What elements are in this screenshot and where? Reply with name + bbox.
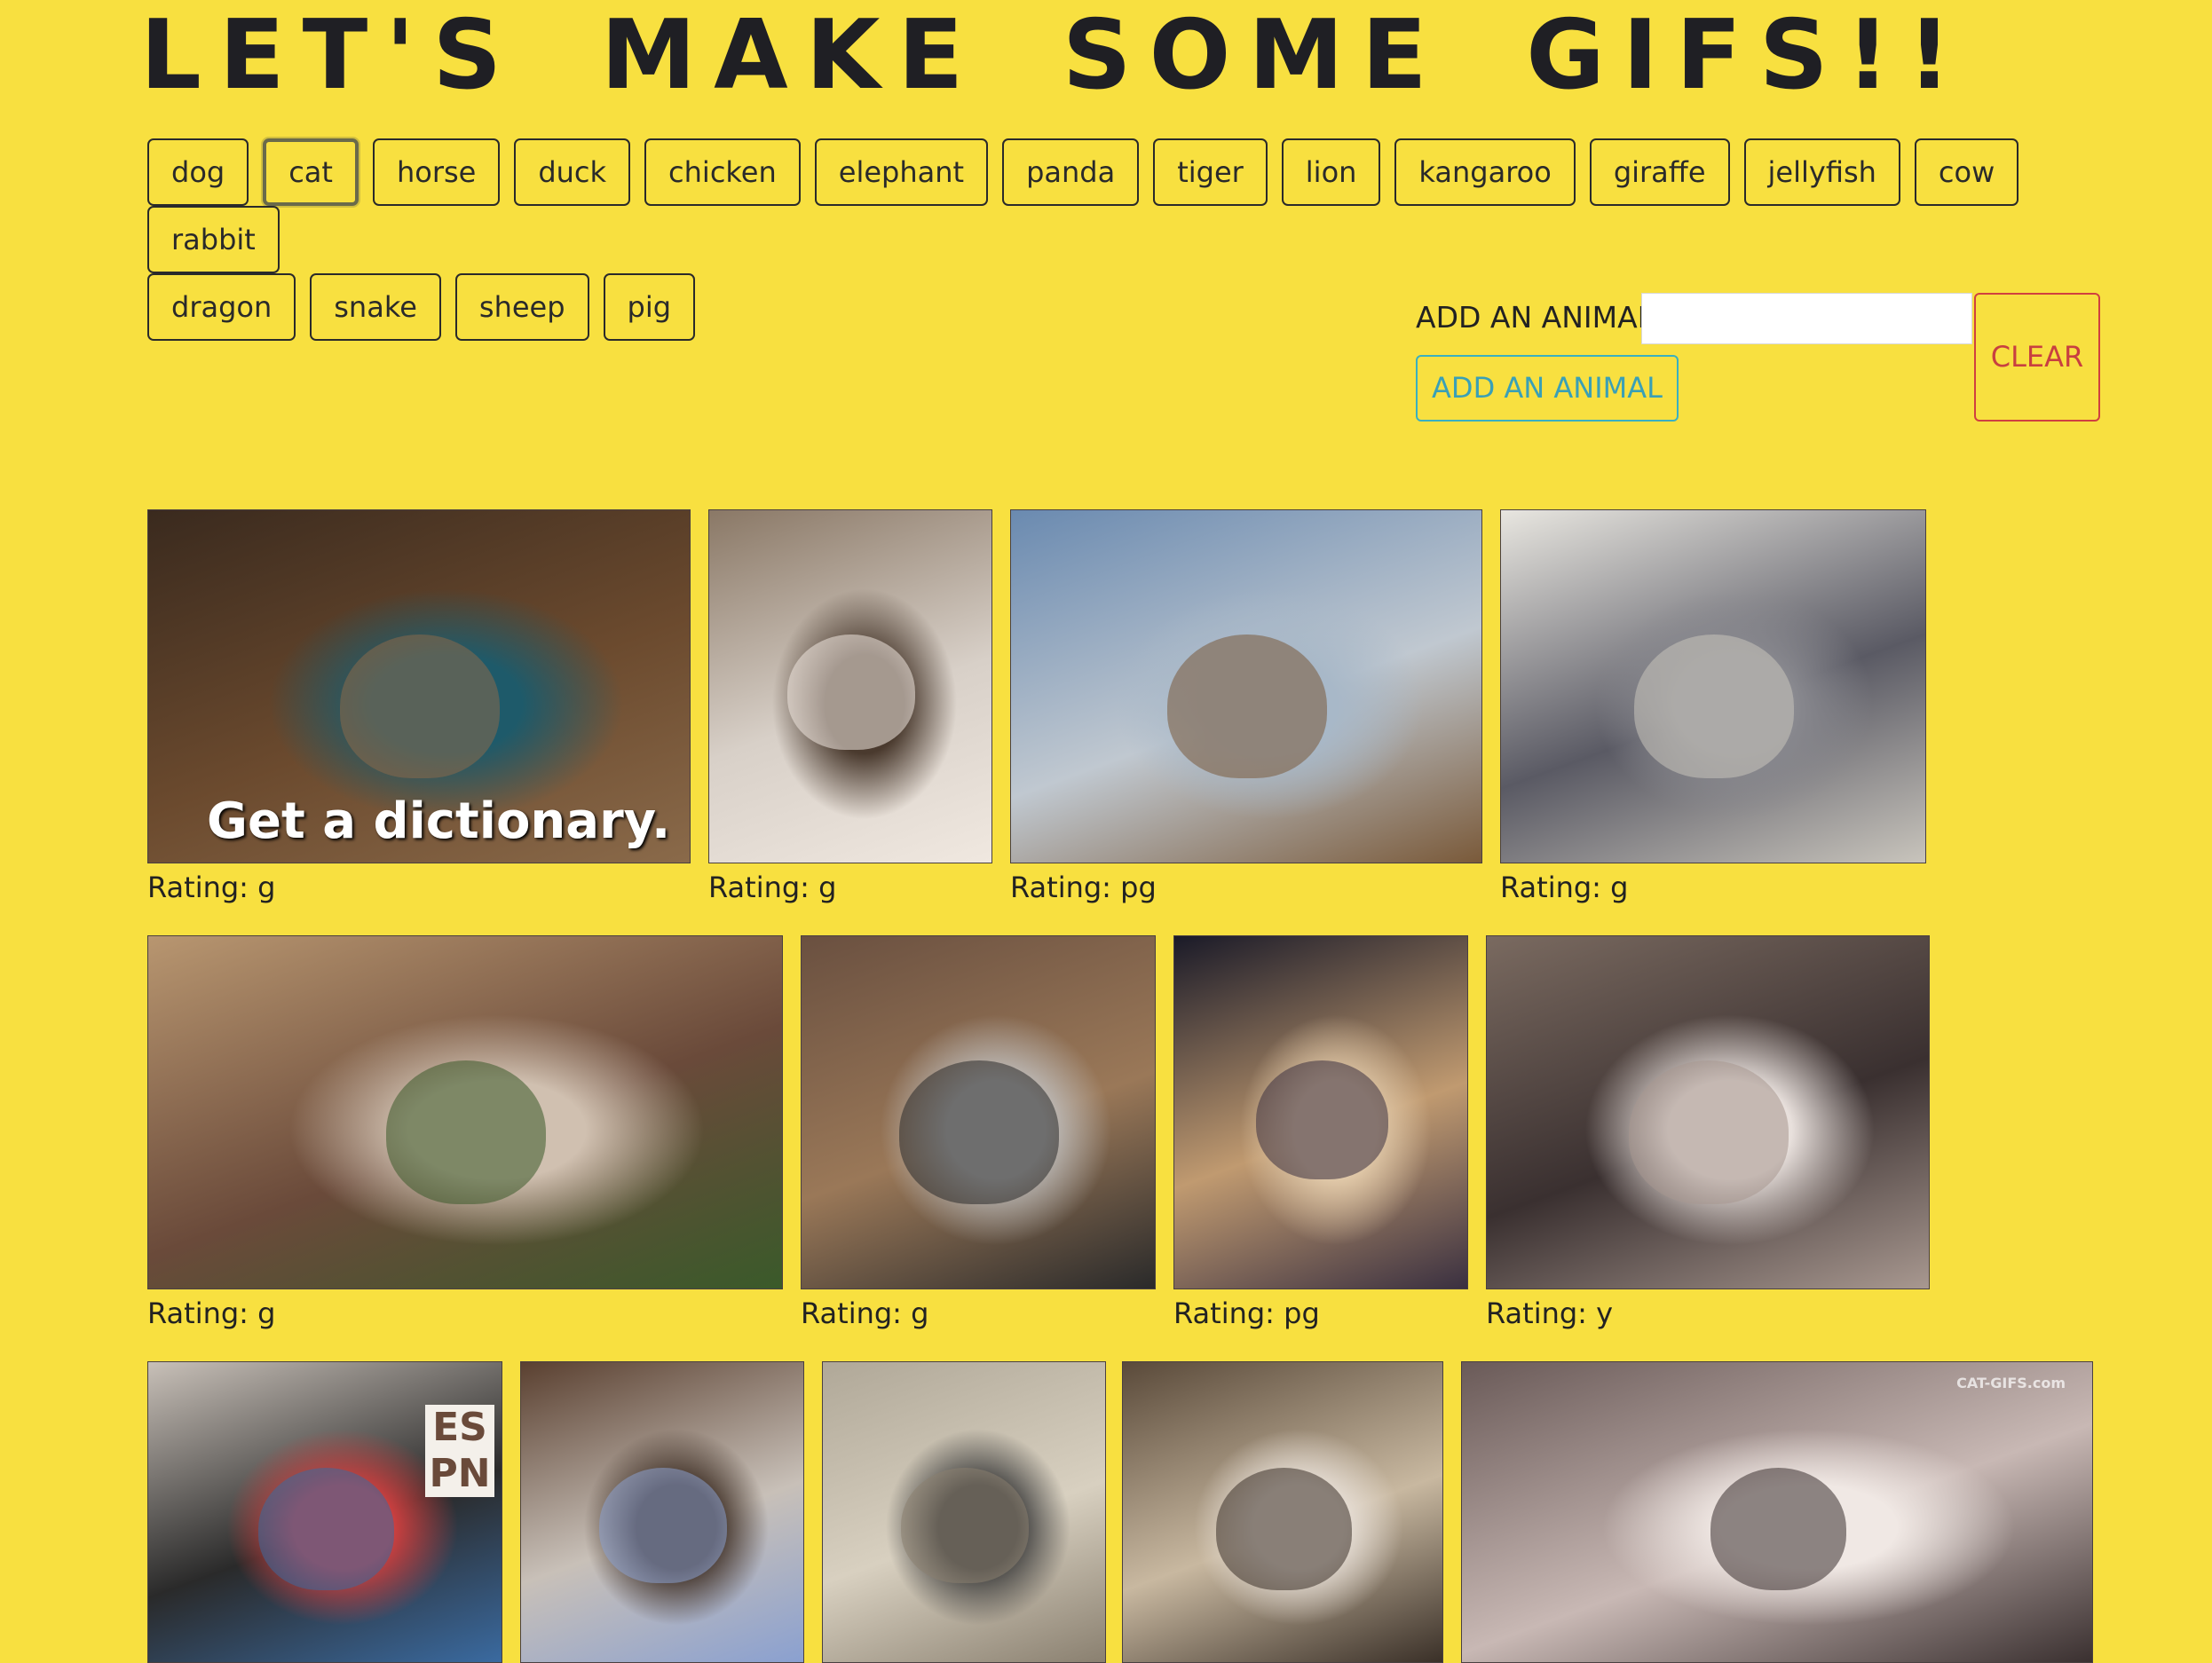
gif-image[interactable]: CAT-GIFS.com [1461, 1361, 2093, 1663]
animal-button-duck[interactable]: duck [514, 138, 631, 206]
gif-subject-shape [258, 1468, 394, 1590]
gif-rating: Rating: y [1486, 1297, 1614, 1330]
gif-image[interactable] [1500, 509, 1926, 863]
gif-image[interactable]: ES PN [147, 1361, 502, 1663]
espn-sign: ES PN [425, 1405, 494, 1497]
animal-button-sheep[interactable]: sheep [454, 273, 589, 341]
gif-subject-shape [1634, 634, 1794, 778]
animal-button-cow[interactable]: cow [1914, 138, 2019, 206]
gif-rating: Rating: g [1500, 871, 1629, 904]
gif-rating: Rating: g [708, 871, 837, 904]
gif-subject-shape [901, 1468, 1029, 1583]
gif-subject-shape [599, 1468, 727, 1583]
gif-watermark: CAT-GIFS.com [1956, 1375, 2066, 1391]
gif-image[interactable] [1486, 935, 1930, 1289]
gif-image[interactable] [708, 509, 992, 863]
gif-caption-text: Get a dictionary. [207, 792, 671, 850]
animal-button-cat[interactable]: cat [263, 138, 359, 206]
gif-subject-shape [899, 1060, 1059, 1204]
gif-subject-shape [340, 634, 500, 778]
animal-button-dog[interactable]: dog [147, 138, 249, 206]
add-animal-label: ADD AN ANIMAL [1416, 300, 1655, 335]
gif-rating: Rating: pg [1010, 871, 1157, 904]
animal-button-lion[interactable]: lion [1281, 138, 1381, 206]
gif-subject-shape [386, 1060, 546, 1204]
animal-button-kangaroo[interactable]: kangaroo [1394, 138, 1576, 206]
animal-button-pig[interactable]: pig [603, 273, 696, 341]
animal-button-tiger[interactable]: tiger [1153, 138, 1268, 206]
gif-image[interactable] [1173, 935, 1468, 1289]
gif-rating: Rating: g [147, 1297, 276, 1330]
gif-image[interactable]: Get a dictionary. [147, 509, 691, 863]
gif-image[interactable] [822, 1361, 1106, 1663]
gif-subject-shape [787, 634, 915, 750]
animal-button-snake[interactable]: snake [310, 273, 441, 341]
gif-image[interactable] [1122, 1361, 1443, 1663]
animal-button-jellyfish[interactable]: jellyfish [1743, 138, 1900, 206]
animal-button-dragon[interactable]: dragon [147, 273, 296, 341]
add-animal-input[interactable] [1641, 293, 1972, 344]
gif-image[interactable] [801, 935, 1156, 1289]
gif-rating: Rating: pg [1173, 1297, 1320, 1330]
gif-subject-shape [1710, 1468, 1846, 1590]
animal-button-panda[interactable]: panda [1002, 138, 1140, 206]
gif-subject-shape [1216, 1468, 1352, 1590]
gif-image[interactable] [147, 935, 783, 1289]
animal-button-rabbit[interactable]: rabbit [147, 206, 280, 273]
gif-subject-shape [1256, 1060, 1388, 1179]
gif-rating: Rating: g [801, 1297, 929, 1330]
add-animal-button[interactable]: ADD AN ANIMAL [1416, 355, 1679, 422]
animal-button-horse[interactable]: horse [372, 138, 501, 206]
clear-button[interactable]: CLEAR [1974, 293, 2100, 422]
page-title: LET'S MAKE SOME GIFS!! [140, 0, 1970, 111]
animal-button-chicken[interactable]: chicken [644, 138, 801, 206]
animal-button-giraffe[interactable]: giraffe [1589, 138, 1730, 206]
gif-subject-shape [1167, 634, 1327, 778]
animal-button-elephant[interactable]: elephant [814, 138, 989, 206]
gif-rating: Rating: g [147, 871, 276, 904]
gif-image[interactable] [520, 1361, 804, 1663]
gif-subject-shape [1629, 1060, 1789, 1204]
gif-image[interactable] [1010, 509, 1482, 863]
